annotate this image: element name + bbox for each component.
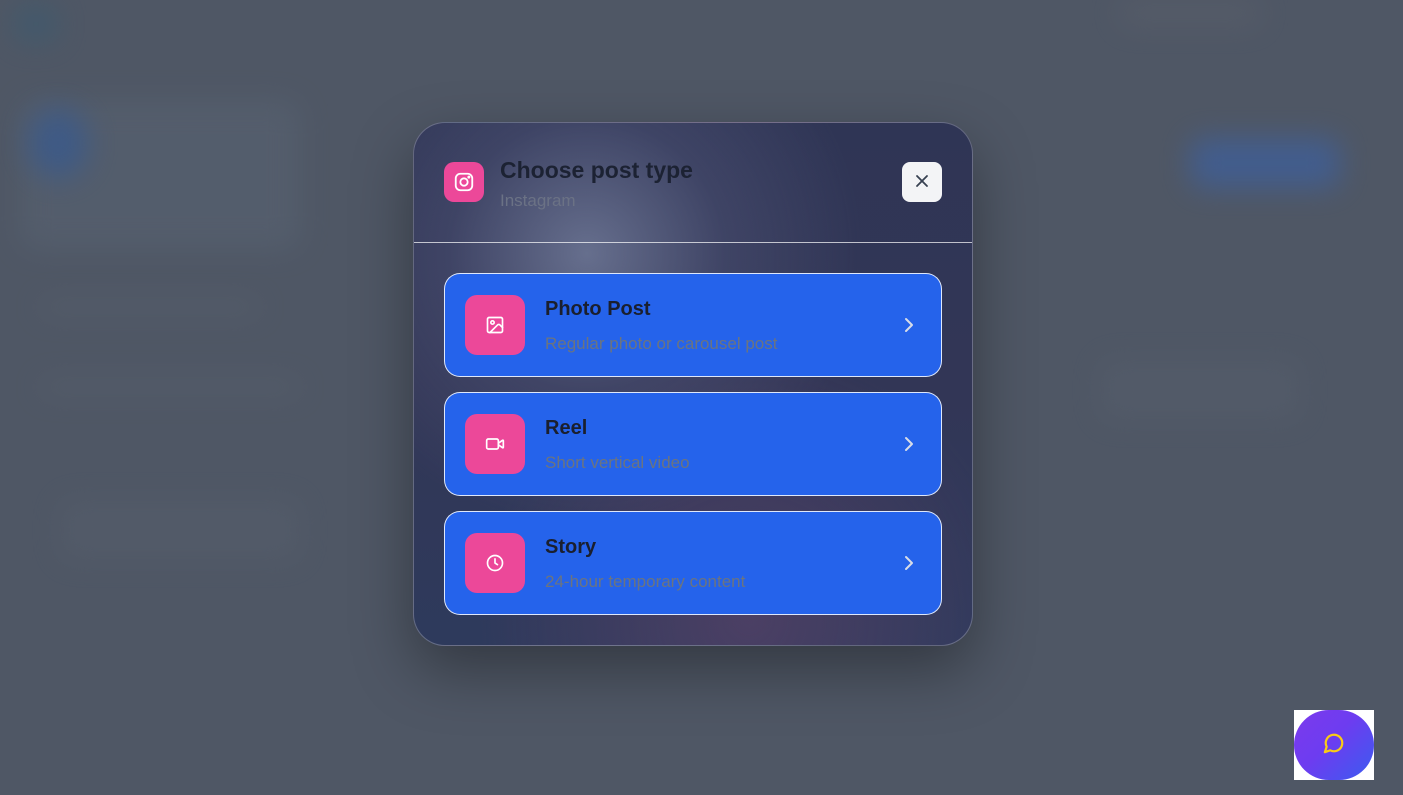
chevron-right-icon — [905, 437, 913, 451]
chat-button[interactable] — [1294, 710, 1374, 780]
background-panel — [60, 500, 300, 560]
background-row — [40, 300, 260, 314]
modal-header: Choose post type Instagram — [414, 123, 972, 243]
image-icon — [465, 295, 525, 355]
close-icon — [915, 174, 929, 191]
background-row — [40, 380, 300, 394]
background-header-item — [1120, 0, 1260, 26]
option-title: Photo Post — [545, 298, 651, 320]
option-description: Short vertical video — [545, 453, 690, 472]
option-photo-post[interactable]: Photo Post Regular photo or carousel pos… — [444, 273, 942, 377]
close-button[interactable] — [902, 162, 942, 202]
modal-title: Choose post type — [500, 157, 693, 183]
chat-bubble-icon — [1323, 732, 1345, 759]
chevron-right-icon — [905, 556, 913, 570]
option-title: Reel — [545, 417, 588, 439]
video-icon — [465, 414, 525, 474]
choose-post-type-modal: Choose post type Instagram Photo Post Re… — [413, 122, 973, 646]
post-type-options: Photo Post Regular photo or carousel pos… — [444, 273, 942, 630]
instagram-icon — [444, 162, 484, 202]
option-reel[interactable]: Reel Short vertical video — [444, 392, 942, 496]
chevron-right-icon — [905, 318, 913, 332]
clock-icon — [465, 533, 525, 593]
modal-subtitle: Instagram — [500, 191, 576, 210]
chat-button-container — [1294, 710, 1374, 780]
background-avatar — [28, 108, 88, 178]
option-story[interactable]: Story 24-hour temporary content — [444, 511, 942, 615]
background-logo — [14, 6, 58, 42]
option-description: Regular photo or carousel post — [545, 334, 778, 353]
background-button — [1190, 138, 1340, 188]
background-panel — [1100, 360, 1300, 420]
option-description: 24-hour temporary content — [545, 572, 746, 591]
option-title: Story — [545, 536, 597, 558]
